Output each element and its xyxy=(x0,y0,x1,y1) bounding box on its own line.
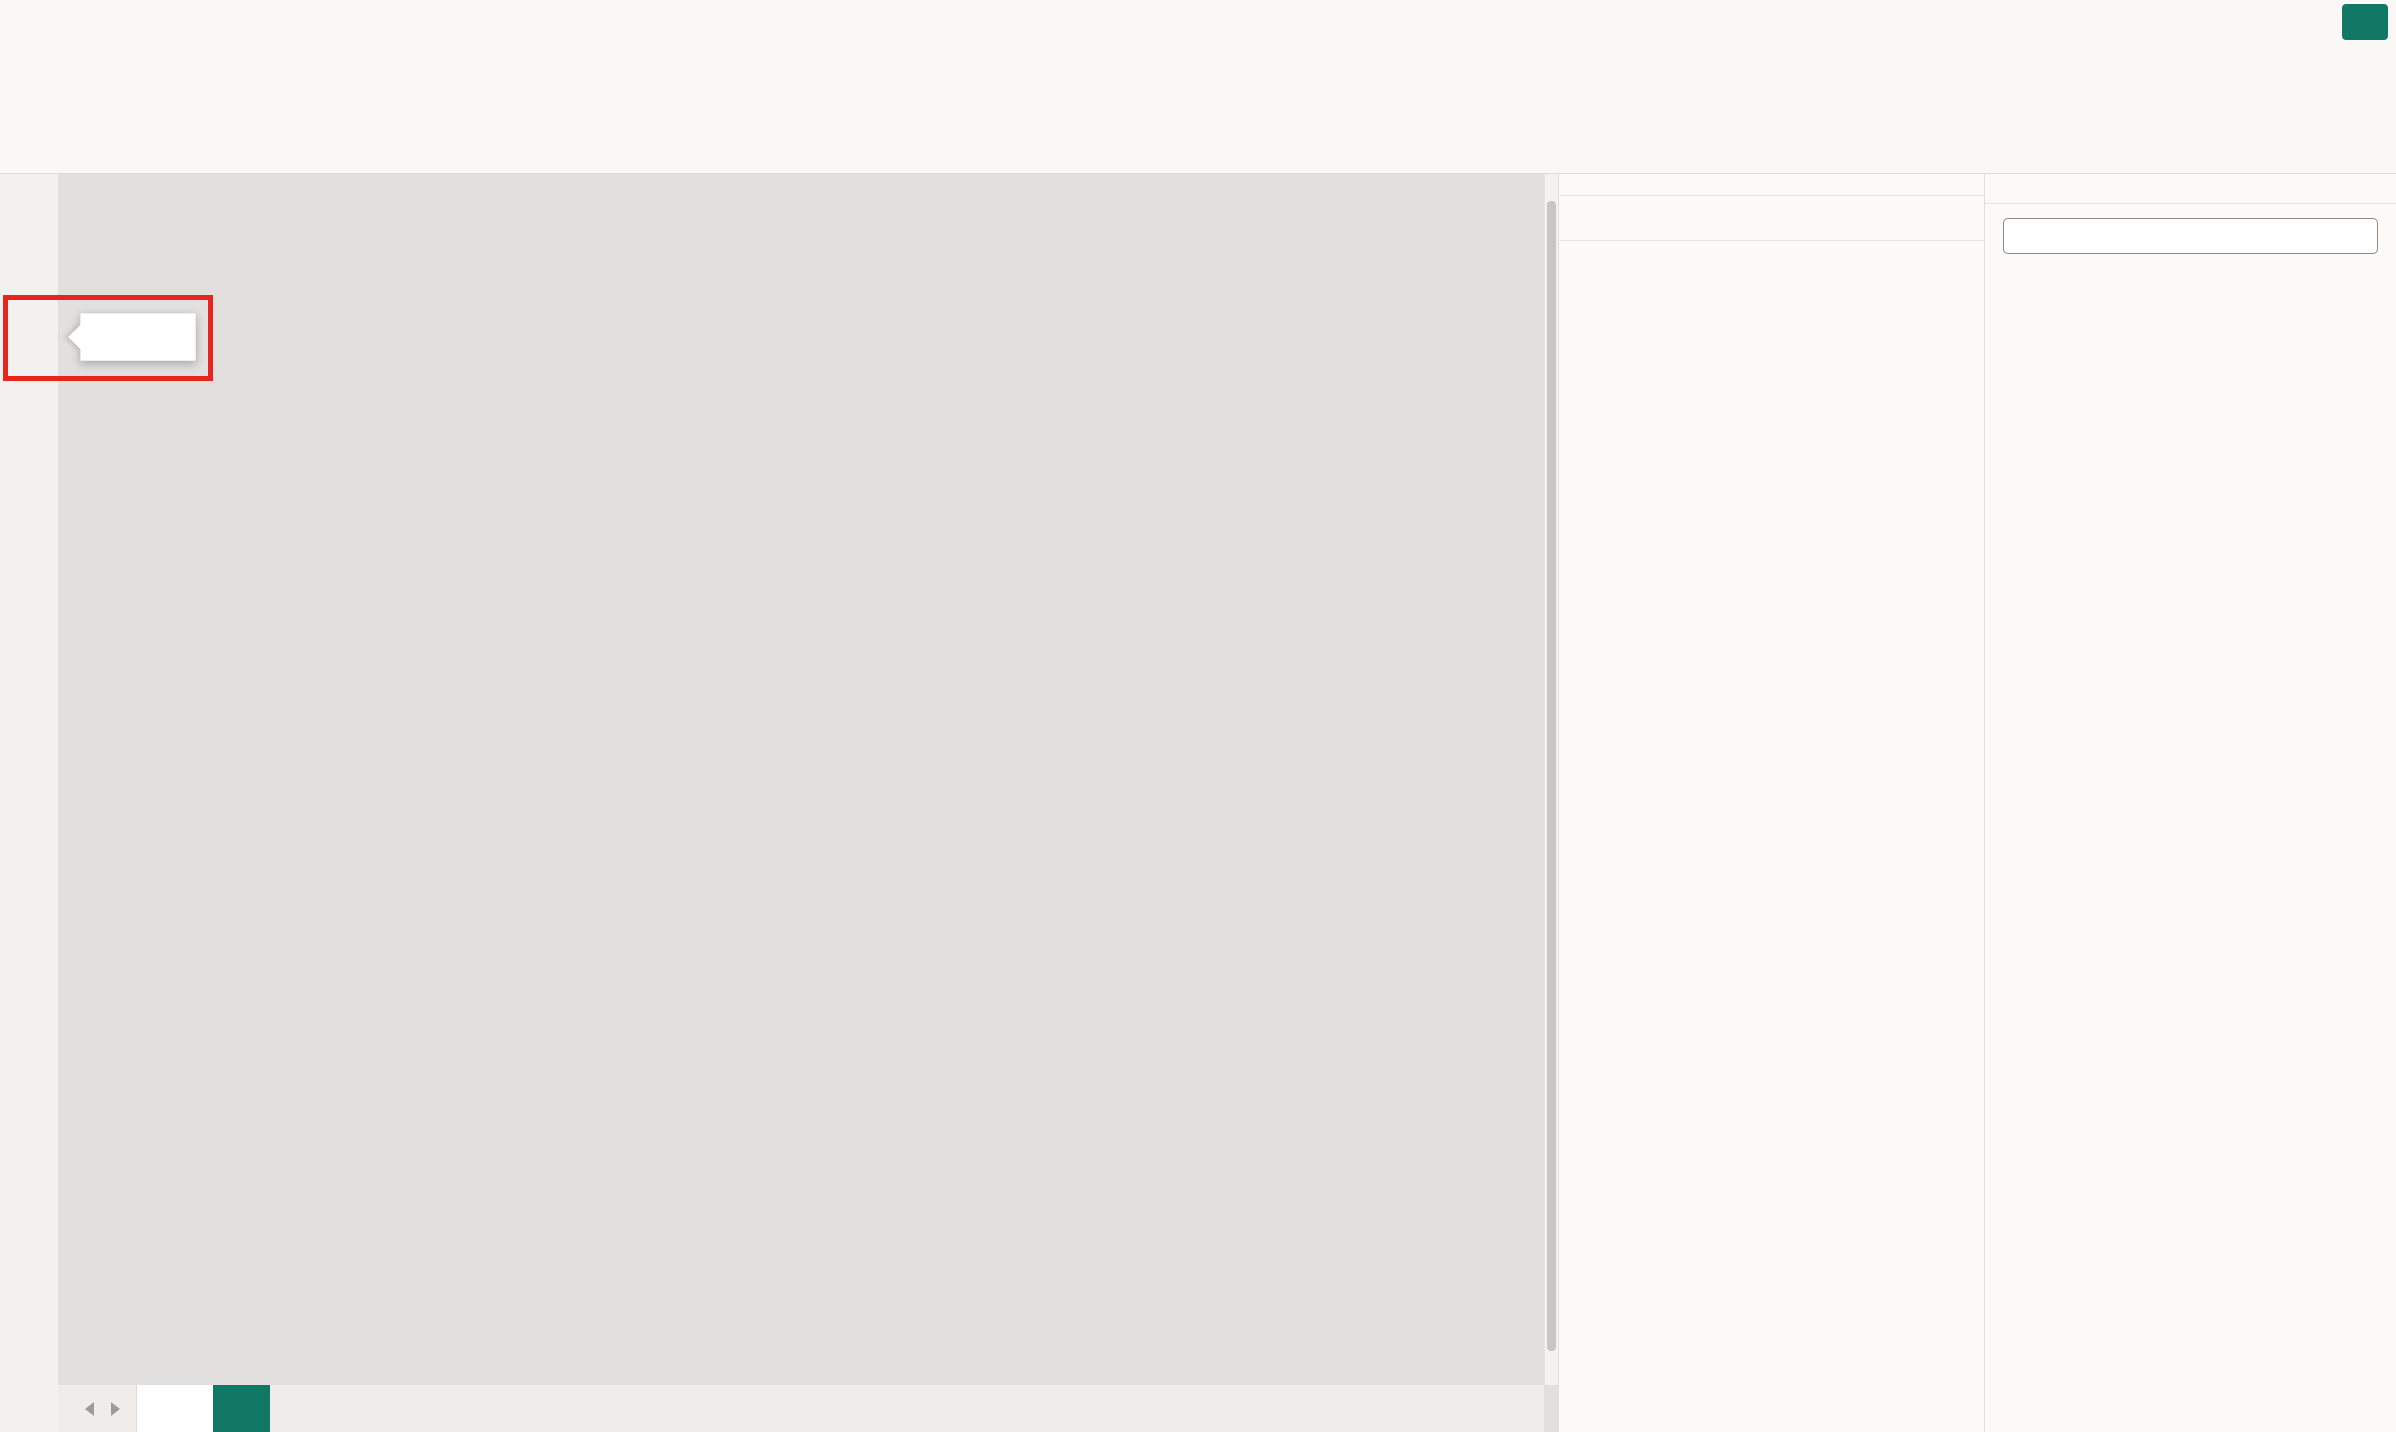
canvas-vertical-scrollbar[interactable] xyxy=(1544,173,1559,1385)
ribbon xyxy=(0,0,2396,174)
view-sidebar xyxy=(0,173,59,1432)
search-box[interactable] xyxy=(2003,218,2378,254)
model-diagram-canvas[interactable] xyxy=(58,173,1544,1385)
next-page-arrow[interactable] xyxy=(102,1396,128,1422)
page-tabs-bar xyxy=(58,1385,1544,1432)
tab-all-tables[interactable] xyxy=(137,1385,213,1432)
data-panel xyxy=(1984,173,2396,1432)
ribbon-tab-row xyxy=(0,0,30,42)
properties-panel xyxy=(1558,173,1984,1432)
powerbi-model-view-window xyxy=(0,0,2396,1432)
scrollbar-thumb[interactable] xyxy=(1547,201,1556,1351)
cards-section-header[interactable] xyxy=(1579,196,1964,240)
share-button[interactable] xyxy=(2342,4,2388,40)
add-layout-button[interactable] xyxy=(213,1385,270,1432)
model-view-tooltip xyxy=(80,313,196,361)
search-input[interactable] xyxy=(2024,224,2367,248)
prev-page-arrow[interactable] xyxy=(76,1396,102,1422)
